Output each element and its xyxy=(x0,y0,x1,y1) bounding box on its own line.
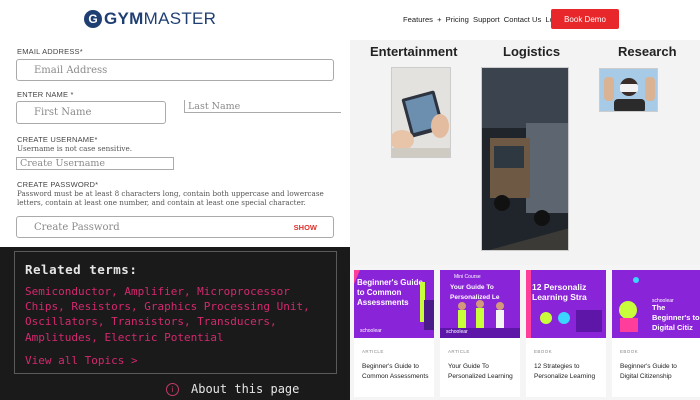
book-demo-button[interactable]: Book Demo xyxy=(551,9,619,29)
related-terms-panel: Related terms: Semiconductor, Amplifier,… xyxy=(0,247,350,400)
blog-card-category: ARTICLE xyxy=(448,349,470,354)
entertainment-photo[interactable] xyxy=(391,67,451,158)
username-field[interactable]: Create Username xyxy=(16,157,174,170)
blog-card-title[interactable]: 12 Strategies to Personalize Learning xyxy=(534,362,604,382)
password-placeholder: Create Password xyxy=(34,221,120,233)
gymmaster-logo[interactable]: G GYMMASTER xyxy=(84,9,216,29)
blog-card[interactable]: Beginner's Guide to Common Assessments s… xyxy=(354,270,434,397)
password-label: CREATE PASSWORD* xyxy=(17,180,99,189)
blog-card-banner: Mini Course Your Guide To Personalized L… xyxy=(440,270,520,338)
site-header: G GYMMASTER Features + Pricing Support C… xyxy=(0,0,700,40)
blog-card-category: EBOOK xyxy=(620,349,639,354)
blog-card-title[interactable]: Beginner's Guide to Common Assessments xyxy=(362,362,432,382)
industry-title-research: Research xyxy=(618,44,677,59)
industry-title-logistics: Logistics xyxy=(503,44,561,59)
logo-text: GYMMASTER xyxy=(104,9,216,29)
view-all-label: View all Topics xyxy=(25,354,125,367)
industry-title-entertainment: Entertainment xyxy=(370,44,458,59)
research-photo[interactable] xyxy=(599,68,658,112)
info-icon: i xyxy=(166,382,179,396)
nav-plus-icon: + xyxy=(437,15,442,24)
blog-cards-row: Beginner's Guide to Common Assessments s… xyxy=(350,265,700,400)
password-hint: Password must be at least 8 characters l… xyxy=(17,189,324,207)
nav-features[interactable]: Features xyxy=(403,15,433,24)
email-field[interactable]: Email Address xyxy=(16,59,334,81)
logistics-photo[interactable] xyxy=(481,67,569,251)
first-name-field[interactable]: First Name xyxy=(16,101,166,124)
nav-pricing[interactable]: Pricing xyxy=(446,15,469,24)
password-field[interactable]: Create Password SHOW xyxy=(16,216,334,238)
blog-card[interactable]: 12 Personaliz Learning Stra EBOOK 12 Str… xyxy=(526,270,606,397)
name-label: ENTER NAME * xyxy=(17,90,74,99)
banner-illustration xyxy=(354,270,434,330)
related-terms-list[interactable]: Semiconductor, Amplifier, Microprocessor… xyxy=(25,284,325,345)
show-password-toggle[interactable]: SHOW xyxy=(294,223,317,232)
blog-card-banner: 12 Personaliz Learning Stra xyxy=(526,270,606,338)
related-terms-title: Related terms: xyxy=(25,262,138,277)
signup-form: EMAIL ADDRESS* Email Address ENTER NAME … xyxy=(0,40,350,247)
vr-headset-image xyxy=(600,69,657,111)
logo-text-strong: GYM xyxy=(104,9,144,28)
view-all-topics-link[interactable]: View all Topics > xyxy=(25,354,138,367)
nav-support[interactable]: Support xyxy=(473,15,500,24)
banner-illustration xyxy=(619,277,639,332)
related-terms-box: Related terms: Semiconductor, Amplifier,… xyxy=(14,251,337,374)
logo-text-rest: MASTER xyxy=(143,9,217,28)
chevron-right-icon: > xyxy=(130,354,138,367)
blog-card-title[interactable]: Beginner's Guide to Digital Citizenship xyxy=(620,362,690,382)
blog-card-banner: schoolear The Beginner's to Digital Citi… xyxy=(612,270,700,338)
industries-panel: Entertainment Logistics Research xyxy=(350,40,700,265)
truck-image xyxy=(482,68,568,250)
about-label: About this page xyxy=(191,382,300,396)
about-this-page-link[interactable]: i About this page xyxy=(166,382,299,396)
blog-card-category: EBOOK xyxy=(534,349,553,354)
gymmaster-logo-icon: G xyxy=(84,10,102,28)
banner-illustration xyxy=(440,300,520,338)
username-hint: Username is not case sensitive. xyxy=(17,144,132,153)
blog-card-category: ARTICLE xyxy=(362,349,384,354)
banner-illustration xyxy=(526,270,602,338)
blog-card-title[interactable]: Your Guide To Personalized Learning xyxy=(448,362,518,382)
username-label: CREATE USERNAME* xyxy=(17,135,98,144)
email-label: EMAIL ADDRESS* xyxy=(17,47,83,56)
last-name-field[interactable]: Last Name xyxy=(184,100,341,113)
banner-brand: schoolear xyxy=(446,329,468,335)
blog-card[interactable]: Mini Course Your Guide To Personalized L… xyxy=(440,270,520,397)
main-nav: Features + Pricing Support Contact Us Lo… xyxy=(403,15,566,24)
blog-card[interactable]: schoolear The Beginner's to Digital Citi… xyxy=(612,270,700,397)
tablet-hands-image xyxy=(392,68,450,157)
blog-card-banner: Beginner's Guide to Common Assessments s… xyxy=(354,270,434,338)
nav-contact[interactable]: Contact Us xyxy=(504,15,542,24)
